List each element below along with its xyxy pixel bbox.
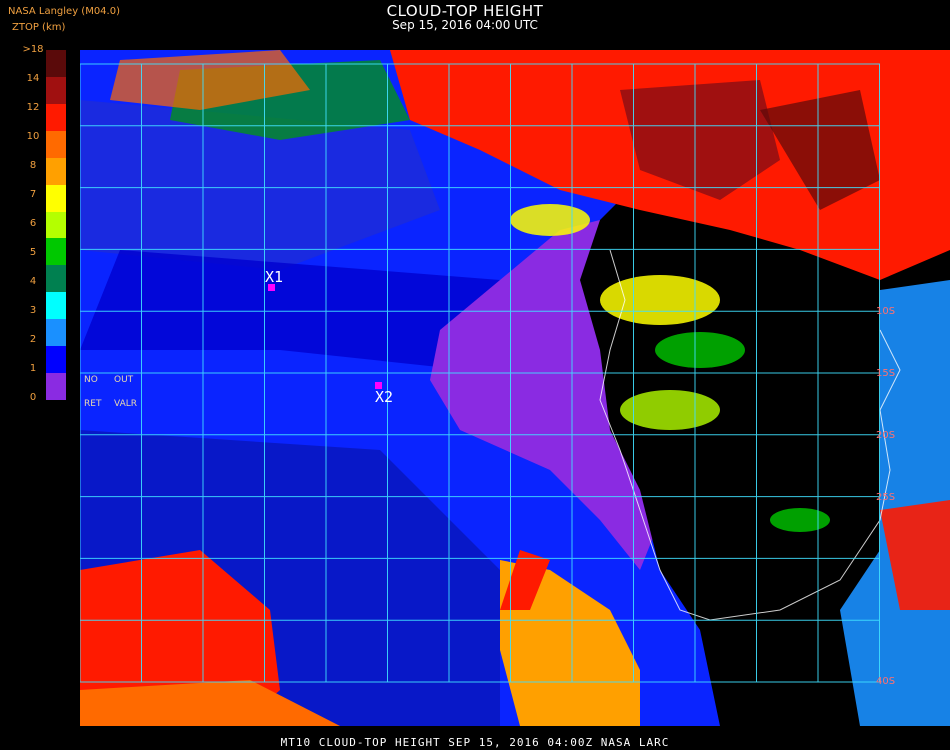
legend-tick-label: 6 <box>29 218 37 229</box>
out-label: OUT <box>114 375 134 385</box>
footer-caption: MT10 CLOUD-TOP HEIGHT SEP 15, 2016 04:00… <box>280 736 670 749</box>
point-x1-label: X1 <box>265 268 284 286</box>
legend-tick-label: >18 <box>22 44 44 55</box>
legend-swatch <box>46 76 66 105</box>
legend-tick-label: 0 <box>29 392 37 403</box>
legend-swatch <box>46 373 66 401</box>
legend-swatch <box>46 319 66 347</box>
legend-swatch <box>46 50 66 78</box>
legend-swatch <box>46 103 66 132</box>
parameter-label: ZTOP (km) <box>12 22 66 33</box>
legend-swatch <box>46 130 66 159</box>
legend-tick-label: 4 <box>29 276 37 287</box>
legend-swatch <box>46 346 66 374</box>
legend-tick-label: 12 <box>26 102 40 113</box>
lat-label-20s: 20S <box>876 430 896 441</box>
satellite-map <box>80 50 950 726</box>
color-legend <box>46 50 66 401</box>
ret-label: RET <box>84 399 102 409</box>
legend-tick-label: 8 <box>29 160 37 171</box>
lat-label-15s: 15S <box>876 368 896 379</box>
legend-tick-label: 3 <box>29 305 37 316</box>
legend-swatch <box>46 292 66 320</box>
legend-tick-label: 10 <box>26 131 40 142</box>
source-label: NASA Langley (M04.0) <box>8 6 120 17</box>
legend-swatch <box>46 184 66 213</box>
lat-label-25s: 25S <box>876 492 896 503</box>
legend-swatch <box>46 211 66 239</box>
lat-label-10s: 10S <box>876 306 896 317</box>
point-x2-label: X2 <box>375 388 394 406</box>
legend-tick-label: 14 <box>26 73 40 84</box>
legend-tick-label: 1 <box>29 363 37 374</box>
map-datetime: Sep 15, 2016 04:00 UTC <box>392 18 538 32</box>
lat-label-40s: 40S <box>876 676 896 687</box>
legend-swatch <box>46 265 66 293</box>
valr-label: VALR <box>114 399 138 409</box>
legend-tick-label: 7 <box>29 189 37 200</box>
legend-tick-label: 5 <box>29 247 37 258</box>
legend-swatch <box>46 157 66 186</box>
no-label: NO <box>84 375 98 385</box>
legend-tick-label: 2 <box>29 334 37 345</box>
legend-swatch <box>46 238 66 266</box>
